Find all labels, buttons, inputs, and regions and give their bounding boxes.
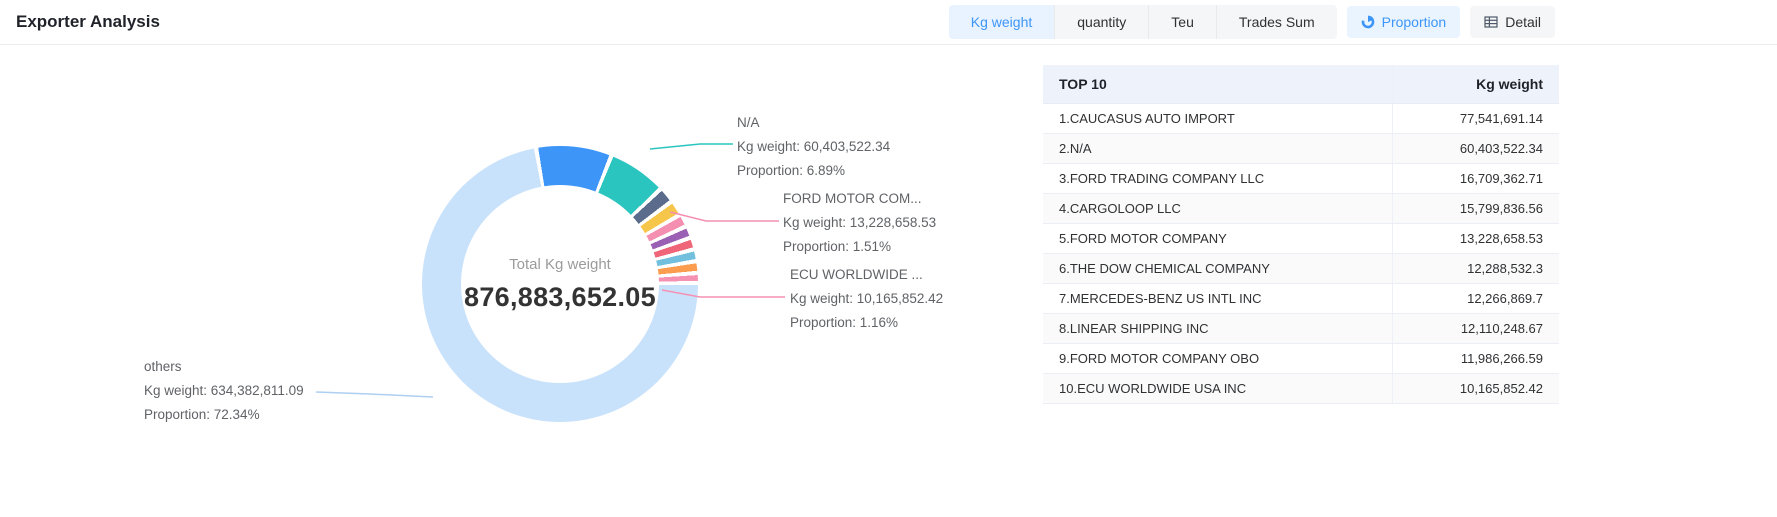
donut-chart-icon <box>1361 15 1375 29</box>
donut-center-label: Total Kg weight <box>509 256 611 273</box>
kg-weight-cell: 77,541,691.14 <box>1393 104 1559 134</box>
callout-ford-kg: Kg weight: 13,228,658.53 <box>783 211 936 235</box>
callout-others-kg: Kg weight: 634,382,811.09 <box>144 379 304 403</box>
exporter-name-cell: 7.MERCEDES-BENZ US INTL INC <box>1043 284 1393 314</box>
callout-ecu-worldwide: ECU WORLDWIDE ... Kg weight: 10,165,852.… <box>790 263 943 335</box>
callout-na-name: N/A <box>737 111 890 135</box>
table-row: 9.FORD MOTOR COMPANY OBO11,986,266.59 <box>1043 344 1559 374</box>
detail-button-label: Detail <box>1505 14 1541 30</box>
callout-na-proportion: Proportion: 6.89% <box>737 159 890 183</box>
kg-weight-cell: 10,165,852.42 <box>1393 374 1559 404</box>
main-content: Total Kg weight 876,883,652.05 N/A Kg we… <box>0 45 1777 515</box>
exporter-name-cell: 2.N/A <box>1043 134 1393 164</box>
exporter-name-cell: 6.THE DOW CHEMICAL COMPANY <box>1043 254 1393 284</box>
table-row: 7.MERCEDES-BENZ US INTL INC12,266,869.7 <box>1043 284 1559 314</box>
table-row: 5.FORD MOTOR COMPANY13,228,658.53 <box>1043 224 1559 254</box>
callout-ford-proportion: Proportion: 1.51% <box>783 235 936 259</box>
table-row: 8.LINEAR SHIPPING INC12,110,248.67 <box>1043 314 1559 344</box>
header-controls: Kg weightquantityTeuTrades Sum Proportio… <box>949 5 1555 39</box>
callout-ford-name: FORD MOTOR COM... <box>783 187 936 211</box>
donut-hole: Total Kg weight 876,883,652.05 <box>461 185 659 383</box>
table-header-kg-weight: Kg weight <box>1393 65 1559 104</box>
tab-trades-sum[interactable]: Trades Sum <box>1217 5 1337 39</box>
callout-na: N/A Kg weight: 60,403,522.34 Proportion:… <box>737 111 890 183</box>
callout-ecu-name: ECU WORLDWIDE ... <box>790 263 943 287</box>
top10-table: TOP 10 Kg weight 1.CAUCASUS AUTO IMPORT7… <box>1043 65 1559 404</box>
tab-teu[interactable]: Teu <box>1149 5 1217 39</box>
table-row: 6.THE DOW CHEMICAL COMPANY12,288,532.3 <box>1043 254 1559 284</box>
proportion-button-label: Proportion <box>1382 14 1447 30</box>
callout-ford-motor: FORD MOTOR COM... Kg weight: 13,228,658.… <box>783 187 936 259</box>
exporter-name-cell: 5.FORD MOTOR COMPANY <box>1043 224 1393 254</box>
exporter-donut-panel: Total Kg weight 876,883,652.05 N/A Kg we… <box>0 45 1043 515</box>
kg-weight-cell: 15,799,836.56 <box>1393 194 1559 224</box>
donut-chart[interactable]: Total Kg weight 876,883,652.05 <box>422 146 698 422</box>
tab-kg-weight[interactable]: Kg weight <box>949 5 1055 39</box>
exporter-name-cell: 9.FORD MOTOR COMPANY OBO <box>1043 344 1393 374</box>
detail-button[interactable]: Detail <box>1470 6 1555 38</box>
table-row: 4.CARGOLOOP LLC15,799,836.56 <box>1043 194 1559 224</box>
kg-weight-cell: 11,986,266.59 <box>1393 344 1559 374</box>
exporter-name-cell: 3.FORD TRADING COMPANY LLC <box>1043 164 1393 194</box>
kg-weight-cell: 12,266,869.7 <box>1393 284 1559 314</box>
kg-weight-cell: 12,288,532.3 <box>1393 254 1559 284</box>
table-header-top10: TOP 10 <box>1043 65 1393 104</box>
exporter-name-cell: 1.CAUCASUS AUTO IMPORT <box>1043 104 1393 134</box>
callout-ecu-proportion: Proportion: 1.16% <box>790 311 943 335</box>
metric-tabs: Kg weightquantityTeuTrades Sum <box>949 5 1337 39</box>
kg-weight-cell: 13,228,658.53 <box>1393 224 1559 254</box>
kg-weight-cell: 16,709,362.71 <box>1393 164 1559 194</box>
table-icon <box>1484 15 1498 29</box>
callout-na-kg: Kg weight: 60,403,522.34 <box>737 135 890 159</box>
exporter-name-cell: 10.ECU WORLDWIDE USA INC <box>1043 374 1393 404</box>
proportion-button[interactable]: Proportion <box>1347 6 1461 38</box>
callout-ecu-kg: Kg weight: 10,165,852.42 <box>790 287 943 311</box>
header: Exporter Analysis Kg weightquantityTeuTr… <box>0 0 1777 45</box>
exporter-name-cell: 4.CARGOLOOP LLC <box>1043 194 1393 224</box>
exporter-name-cell: 8.LINEAR SHIPPING INC <box>1043 314 1393 344</box>
table-row: 2.N/A60,403,522.34 <box>1043 134 1559 164</box>
table-body: 1.CAUCASUS AUTO IMPORT77,541,691.142.N/A… <box>1043 104 1559 404</box>
table-row: 10.ECU WORLDWIDE USA INC10,165,852.42 <box>1043 374 1559 404</box>
callout-others: others Kg weight: 634,382,811.09 Proport… <box>144 355 304 427</box>
tab-quantity[interactable]: quantity <box>1055 5 1149 39</box>
callout-others-name: others <box>144 355 304 379</box>
kg-weight-cell: 60,403,522.34 <box>1393 134 1559 164</box>
donut-center-value: 876,883,652.05 <box>464 282 656 313</box>
kg-weight-cell: 12,110,248.67 <box>1393 314 1559 344</box>
top10-table-panel: TOP 10 Kg weight 1.CAUCASUS AUTO IMPORT7… <box>1043 45 1559 515</box>
page-title: Exporter Analysis <box>16 12 160 32</box>
table-header-row: TOP 10 Kg weight <box>1043 65 1559 104</box>
table-row: 1.CAUCASUS AUTO IMPORT77,541,691.14 <box>1043 104 1559 134</box>
callout-others-proportion: Proportion: 72.34% <box>144 403 304 427</box>
table-row: 3.FORD TRADING COMPANY LLC16,709,362.71 <box>1043 164 1559 194</box>
